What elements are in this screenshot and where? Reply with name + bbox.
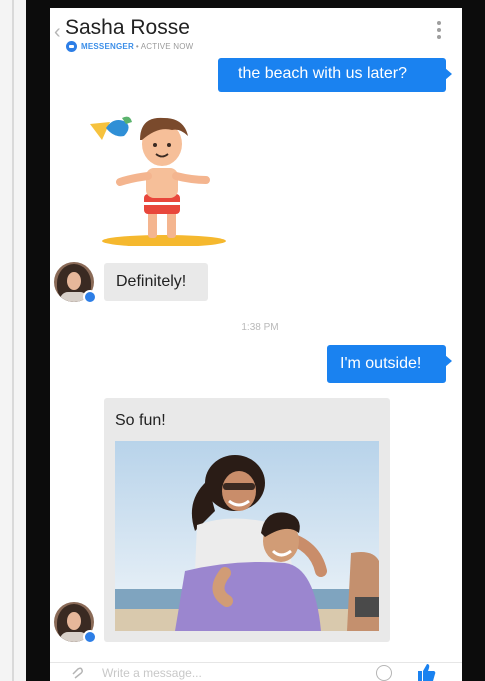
photo-man-shirt (175, 562, 321, 631)
photo-side-person (347, 552, 379, 631)
bubble-tail (445, 355, 452, 367)
avatar-face (67, 612, 81, 630)
attach-icon[interactable] (70, 666, 84, 680)
bubble-tail (445, 68, 452, 80)
shorts-stripe (144, 202, 180, 205)
message-input[interactable]: Write a message... (102, 666, 202, 680)
photo-side-person-shorts (355, 597, 379, 617)
page-edge (12, 0, 14, 681)
message-text: I'm outside! (340, 355, 422, 372)
messenger-icon (83, 630, 97, 644)
like-thumb-icon[interactable] (416, 663, 436, 681)
surfer-torso (146, 168, 178, 198)
message-bubble-outgoing[interactable]: I'm outside! (327, 345, 452, 383)
message-composer: Write a message... (50, 662, 462, 681)
beach-photo[interactable] (115, 441, 379, 631)
message-timestamp: 1:38 PM (241, 322, 279, 333)
contact-name[interactable]: Sasha Rosse (65, 16, 190, 40)
message-text: Definitely! (116, 273, 187, 290)
message-text: So fun! (115, 412, 166, 429)
photo-woman-sunglasses (223, 483, 255, 490)
surfboard (102, 235, 226, 246)
phone-bezel-right (462, 0, 485, 681)
status-active-label: ACTIVE NOW (140, 42, 194, 51)
messenger-icon (66, 41, 77, 52)
surfer-eye-right (167, 143, 171, 147)
message-bubble-outgoing[interactable]: the beach with us later? (218, 58, 452, 92)
more-vert-icon[interactable] (436, 21, 442, 45)
message-text: the beach with us later? (238, 65, 407, 82)
presence-status: MESSENGER • ACTIVE NOW (66, 41, 193, 52)
status-app-label: MESSENGER (81, 42, 134, 51)
avatar-face (67, 272, 81, 290)
page-background (0, 0, 26, 681)
message-bubble-incoming-photo[interactable]: So fun! (104, 398, 390, 642)
conversation-header: ‹ Sasha Rosse MESSENGER • ACTIVE NOW (50, 8, 462, 58)
emoji-icon[interactable] (376, 665, 392, 681)
message-bubble-incoming[interactable]: Definitely! (104, 263, 208, 301)
surfer-arm-left (116, 172, 152, 186)
bird-wing (90, 122, 110, 140)
status-separator: • (135, 42, 139, 51)
messenger-icon (83, 290, 97, 304)
phone-bezel-top (26, 0, 485, 8)
beach-photo-art (115, 441, 379, 631)
surfer-sticker[interactable] (88, 106, 238, 246)
surfer-arm-right (172, 172, 210, 184)
phone-screen: ‹ Sasha Rosse MESSENGER • ACTIVE NOW the… (50, 8, 462, 681)
phone-bezel-left (26, 0, 50, 681)
surfer-eye-left (153, 143, 157, 147)
